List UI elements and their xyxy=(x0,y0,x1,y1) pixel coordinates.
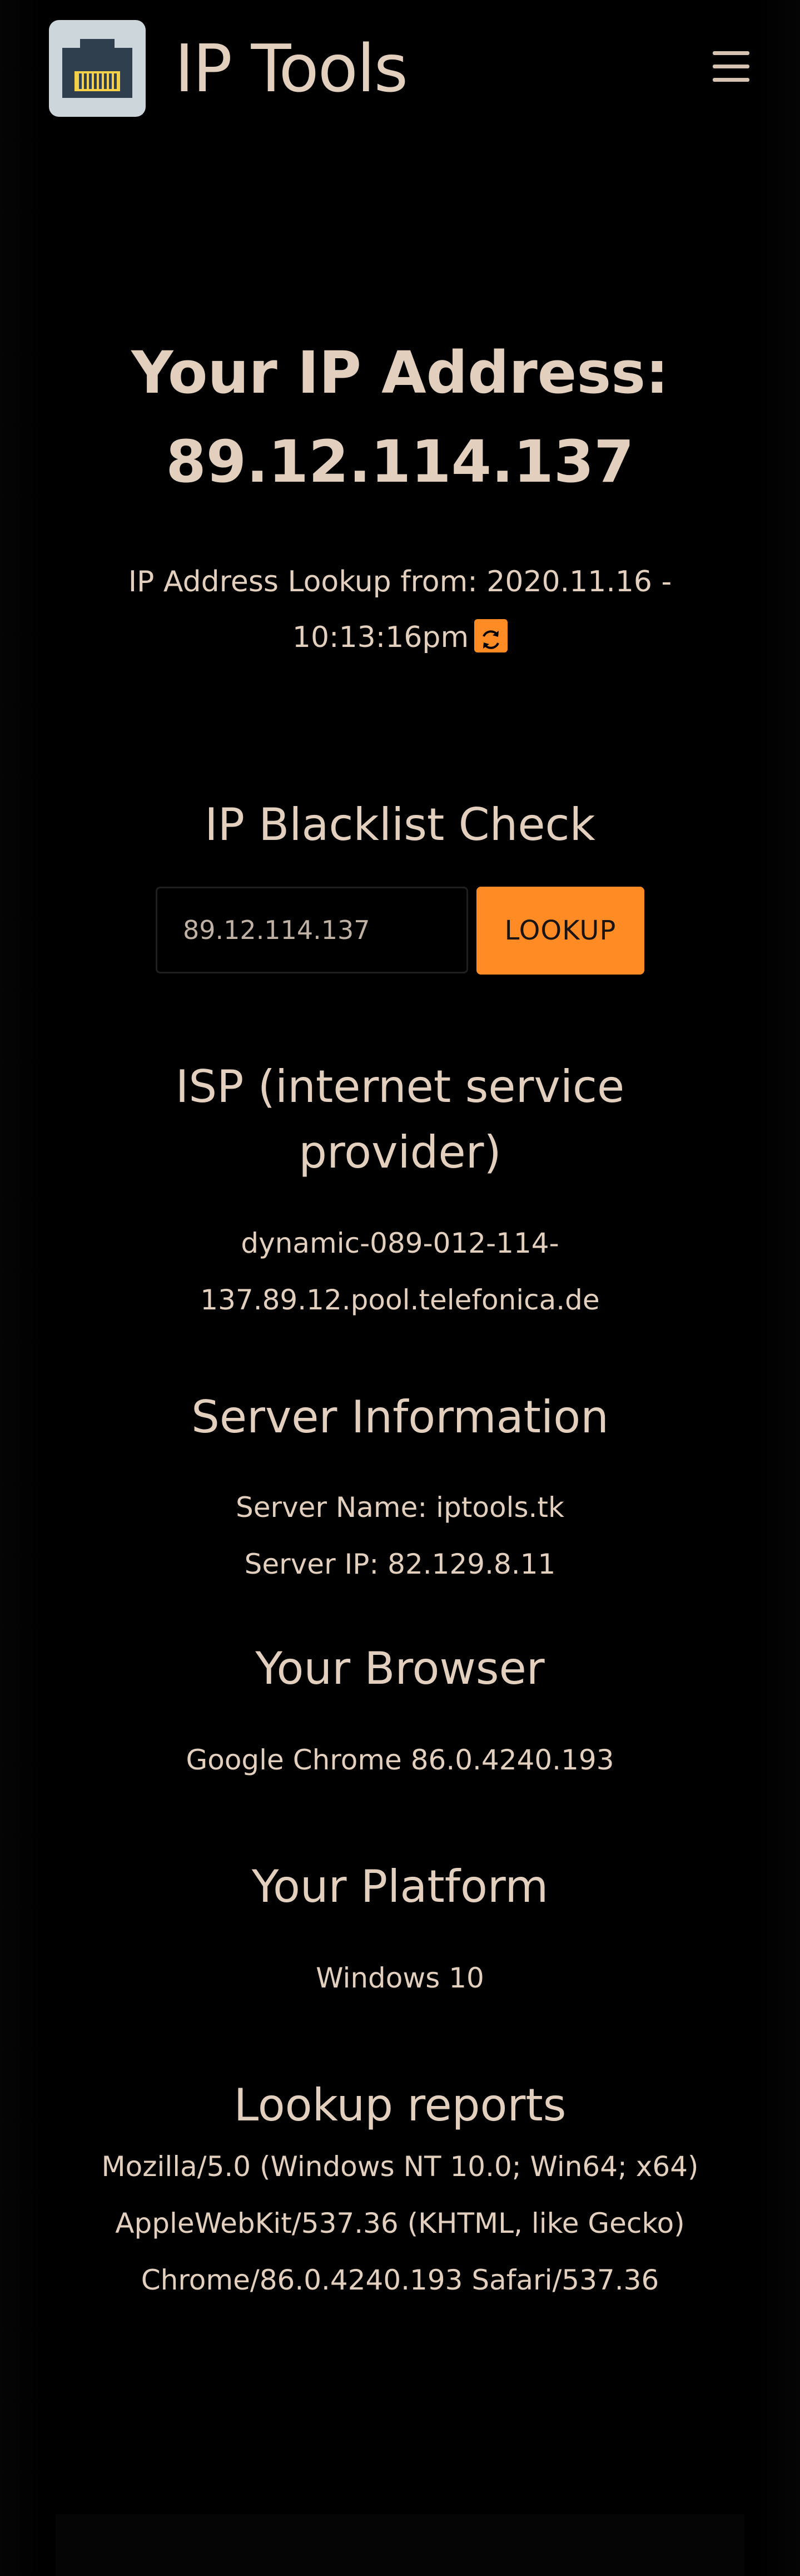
navbar: IP Tools xyxy=(0,0,800,136)
menu-bar xyxy=(713,78,749,82)
blacklist-title: IP Blacklist Check xyxy=(205,799,595,851)
lookup-button[interactable]: LOOKUP xyxy=(476,887,644,975)
platform-title: Your Platform xyxy=(251,1861,549,1912)
reports-title: Lookup reports xyxy=(233,2079,567,2131)
brand-logo[interactable] xyxy=(49,20,146,117)
ip-address-value: 89.12.114.137 xyxy=(166,428,634,496)
page-side-shade-left xyxy=(0,0,44,2576)
server-ip: Server IP: 82.129.8.11 xyxy=(244,1548,556,1580)
browser-value: Google Chrome 86.0.4240.193 xyxy=(186,1744,614,1776)
hamburger-menu-icon[interactable] xyxy=(713,51,753,83)
menu-bar xyxy=(713,65,749,68)
user-agent-line2: AppleWebKit/537.36 (KHTML, like Gecko) xyxy=(115,2207,685,2239)
isp-title-line1: ISP (internet service xyxy=(175,1061,625,1113)
ethernet-port-icon xyxy=(62,39,132,98)
ip-lookup-input[interactable] xyxy=(156,887,468,973)
menu-bar xyxy=(713,51,749,55)
refresh-button[interactable] xyxy=(474,619,508,652)
lookup-timestamp-line1: IP Address Lookup from: 2020.11.16 - xyxy=(128,565,672,599)
lookup-timestamp-line2: 10:13:16pm xyxy=(56,610,744,665)
refresh-icon xyxy=(483,630,499,649)
server-name: Server Name: iptools.tk xyxy=(236,1491,564,1524)
isp-hostname-line2: 137.89.12.pool.telefonica.de xyxy=(200,1284,600,1316)
ip-title: Your IP Address: xyxy=(131,339,669,407)
footer xyxy=(56,2514,744,2576)
isp-hostname-line1: dynamic-089-012-114- xyxy=(241,1227,559,1259)
server-title: Server Information xyxy=(191,1391,609,1443)
isp-title-line2: provider) xyxy=(299,1126,501,1178)
brand-title[interactable]: IP Tools xyxy=(175,27,408,110)
browser-title: Your Browser xyxy=(255,1643,545,1694)
platform-value: Windows 10 xyxy=(316,1962,484,1994)
page-side-shade-right xyxy=(756,0,800,2576)
user-agent-line1: Mozilla/5.0 (Windows NT 10.0; Win64; x64… xyxy=(101,2150,699,2183)
user-agent-line3: Chrome/86.0.4240.193 Safari/537.36 xyxy=(141,2264,659,2296)
lookup-timestamp-time: 10:13:16pm xyxy=(292,621,469,654)
